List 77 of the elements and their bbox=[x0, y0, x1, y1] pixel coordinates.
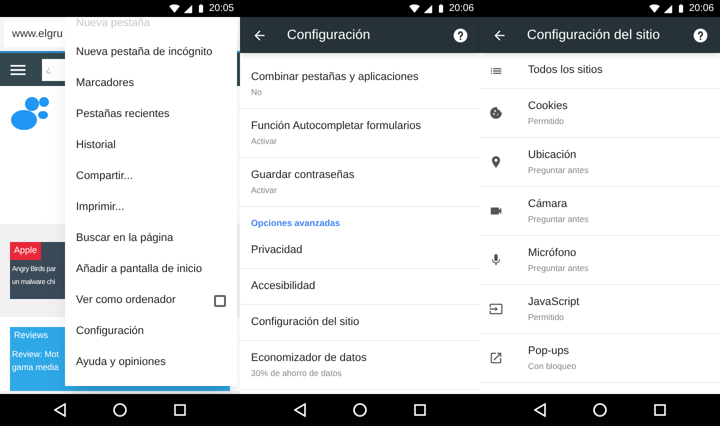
site-setting-item[interactable]: Ubicación Preguntar antes bbox=[480, 138, 720, 187]
item-subtitle: Preguntar antes bbox=[528, 262, 588, 275]
microphone-icon bbox=[489, 253, 503, 267]
item-subtitle: Preguntar antes bbox=[528, 212, 588, 226]
item-title: JavaScript bbox=[528, 295, 580, 310]
site-setting-item[interactable]: Todos los sitios bbox=[480, 53, 720, 89]
menu-item[interactable]: Ver como ordenador bbox=[76, 292, 176, 309]
site-setting-item[interactable]: Pop-ups Con bloqueo bbox=[480, 334, 720, 383]
article-headline: Review: Mot bbox=[12, 348, 59, 360]
site-setting-item[interactable]: Cámara Preguntar antes bbox=[480, 187, 720, 236]
toolbar-title: Configuración bbox=[287, 26, 372, 44]
checkbox[interactable] bbox=[214, 294, 226, 306]
wifi-icon bbox=[168, 3, 180, 14]
item-title: Todos los sitios bbox=[528, 63, 603, 78]
item-title: Cámara bbox=[528, 197, 568, 212]
item-subtitle: Activar bbox=[251, 134, 278, 148]
item-title: Cookies bbox=[528, 99, 568, 114]
item-title: Función Autocompletar formularios bbox=[251, 119, 422, 134]
back-arrow-icon[interactable] bbox=[252, 28, 267, 42]
logo-icon bbox=[10, 96, 50, 132]
overview-icon[interactable] bbox=[174, 404, 186, 416]
item-title: Pop-ups bbox=[528, 344, 570, 360]
wifi-icon bbox=[408, 3, 420, 14]
menu-item[interactable]: Compartir... bbox=[65, 161, 237, 192]
site-setting-item[interactable]: Micrófono Preguntar antes bbox=[480, 236, 720, 285]
item-subtitle: 30% de ahorro de datos bbox=[251, 366, 343, 380]
wifi-icon bbox=[648, 3, 660, 14]
item-title: Ubicación bbox=[528, 148, 578, 164]
item-subtitle: Preguntar antes bbox=[528, 164, 588, 177]
menu-item[interactable]: Historial bbox=[65, 130, 237, 161]
toolbar-title: Configuración del sitio bbox=[527, 26, 661, 44]
menu-item[interactable]: Buscar en la página bbox=[65, 223, 237, 254]
item-title: Micrófono bbox=[528, 246, 578, 262]
menu-item[interactable]: Marcadores bbox=[65, 68, 237, 99]
item-subtitle: No bbox=[251, 86, 263, 99]
help-icon[interactable] bbox=[453, 28, 468, 42]
item-title: Accesibilidad bbox=[251, 279, 316, 294]
article-headline: gama media bbox=[12, 360, 59, 374]
article-tag: Apple bbox=[10, 242, 42, 260]
menu-item[interactable]: Configuración bbox=[65, 316, 237, 347]
item-title: Economizador de datos bbox=[251, 351, 368, 366]
menu-item[interactable]: Pestañas recientes bbox=[65, 99, 237, 130]
section-header: Opciones avanzadas bbox=[251, 216, 340, 230]
item-subtitle: Permitido bbox=[528, 114, 565, 128]
input-arrow-icon bbox=[489, 302, 503, 316]
help-icon[interactable] bbox=[693, 28, 708, 42]
menu-item[interactable]: Ayuda y opiniones bbox=[65, 347, 237, 378]
back-icon[interactable] bbox=[294, 403, 306, 417]
item-title: Guardar contraseñas bbox=[251, 168, 356, 184]
back-icon[interactable] bbox=[534, 403, 546, 417]
site-setting-item[interactable]: JavaScript Permitido bbox=[480, 285, 720, 334]
clock: 20:05 bbox=[208, 4, 234, 14]
site-setting-item[interactable]: Cookies Permitido bbox=[480, 89, 720, 138]
overview-icon[interactable] bbox=[414, 404, 426, 416]
back-icon[interactable] bbox=[54, 403, 66, 417]
open-in-new-icon bbox=[489, 351, 503, 365]
back-arrow-icon[interactable] bbox=[492, 28, 507, 42]
location-pin-icon bbox=[489, 155, 503, 169]
menu-item[interactable]: Nueva pestaña de incógnito bbox=[65, 37, 237, 68]
item-title: Configuración del sitio bbox=[251, 315, 360, 330]
item-subtitle: Con bloqueo bbox=[528, 360, 576, 373]
clock: 20:06 bbox=[688, 4, 714, 14]
item-subtitle: Activar bbox=[251, 184, 278, 197]
signal-icon bbox=[422, 4, 433, 14]
signal-icon bbox=[662, 4, 673, 14]
clock: 20:06 bbox=[448, 4, 474, 14]
cookie-icon bbox=[489, 106, 503, 120]
overview-icon[interactable] bbox=[654, 404, 666, 416]
home-icon[interactable] bbox=[352, 403, 367, 417]
menu-item[interactable]: Imprimir... bbox=[65, 192, 237, 223]
home-icon[interactable] bbox=[592, 403, 607, 417]
signal-icon bbox=[182, 4, 193, 14]
item-title: Combinar pestañas y aplicaciones bbox=[251, 70, 420, 86]
item-subtitle: Permitido bbox=[528, 310, 565, 324]
home-icon[interactable] bbox=[112, 403, 127, 417]
item-title: Privacidad bbox=[251, 243, 304, 258]
menu-item[interactable]: Añadir a pantalla de inicio bbox=[65, 254, 237, 285]
